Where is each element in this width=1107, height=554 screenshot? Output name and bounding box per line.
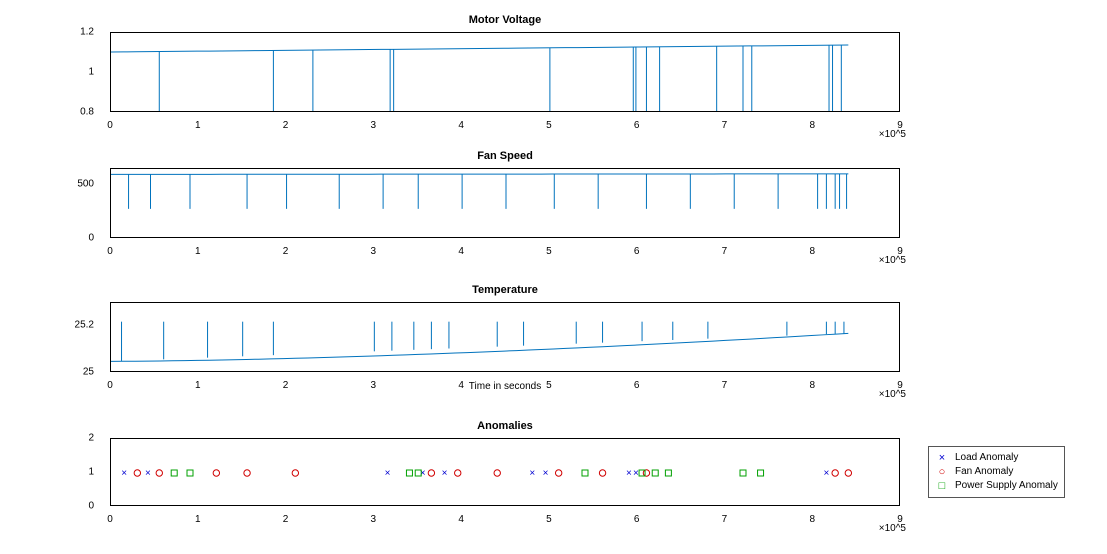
svg-text:×: × xyxy=(823,468,829,479)
line-plot xyxy=(111,33,900,112)
y-tick-label: 1 xyxy=(88,467,94,478)
x-tick-label: 1 xyxy=(195,120,201,131)
svg-text:×: × xyxy=(543,468,549,479)
subplot-anomalies: Anomalies ×××××××××× 012 0123456789 ×10^… xyxy=(110,438,900,506)
y-tick-label: 0 xyxy=(88,501,94,512)
y-tick-label: 0 xyxy=(88,233,94,244)
svg-text:×: × xyxy=(121,468,127,479)
svg-text:×: × xyxy=(529,468,535,479)
x-axis-exponent: ×10^5 xyxy=(879,255,906,266)
legend: × Load Anomaly ○ Fan Anomaly □ Power Sup… xyxy=(928,446,1065,498)
x-tick-label: 7 xyxy=(722,246,728,257)
legend-label: Fan Anomaly xyxy=(955,465,1013,479)
legend-marker-s-icon: □ xyxy=(935,479,949,493)
line-plot xyxy=(111,169,900,238)
plot-area xyxy=(110,32,900,112)
subplot-title: Fan Speed xyxy=(110,150,900,162)
plot-area xyxy=(110,302,900,372)
figure: Motor Voltage 0.811.2 0123456789 ×10^5 F… xyxy=(0,0,1107,554)
x-tick-label: 6 xyxy=(634,514,640,525)
y-tick-label: 1 xyxy=(88,67,94,78)
x-tick-label: 8 xyxy=(809,120,815,131)
x-tick-label: 1 xyxy=(195,514,201,525)
x-tick-label: 2 xyxy=(283,246,289,257)
x-tick-label: 5 xyxy=(546,120,552,131)
x-tick-label: 4 xyxy=(458,514,464,525)
x-tick-label: 8 xyxy=(809,514,815,525)
legend-marker-o-icon: ○ xyxy=(935,465,949,479)
svg-text:×: × xyxy=(626,468,632,479)
legend-label: Power Supply Anomaly xyxy=(955,479,1058,493)
x-axis-exponent: ×10^5 xyxy=(879,129,906,140)
x-tick-label: 3 xyxy=(371,120,377,131)
subplot-title: Temperature xyxy=(110,284,900,296)
x-tick-label: 1 xyxy=(195,246,201,257)
x-tick-label: 6 xyxy=(634,246,640,257)
scatter-plot: ×××××××××× xyxy=(111,439,900,506)
x-axis-label: Time in seconds xyxy=(110,381,900,392)
y-tick-label: 0.8 xyxy=(80,107,94,118)
subplot-motor-voltage: Motor Voltage 0.811.2 0123456789 ×10^5 xyxy=(110,32,900,112)
subplot-title: Anomalies xyxy=(110,420,900,432)
x-tick-label: 5 xyxy=(546,246,552,257)
x-tick-label: 2 xyxy=(283,120,289,131)
y-tick-label: 25.2 xyxy=(75,320,94,331)
subplot-temperature: Temperature 2525.2 0123456789 ×10^5 Time… xyxy=(110,302,900,372)
x-tick-label: 0 xyxy=(107,514,113,525)
legend-item-power: □ Power Supply Anomaly xyxy=(935,479,1058,493)
x-tick-label: 8 xyxy=(809,246,815,257)
y-tick-label: 500 xyxy=(77,179,94,190)
line-plot xyxy=(111,303,900,372)
x-tick-label: 3 xyxy=(371,246,377,257)
x-tick-label: 2 xyxy=(283,514,289,525)
legend-item-fan: ○ Fan Anomaly xyxy=(935,465,1058,479)
subplot-fan-speed: Fan Speed 0500 0123456789 ×10^5 xyxy=(110,168,900,238)
x-tick-label: 4 xyxy=(458,246,464,257)
subplot-title: Motor Voltage xyxy=(110,14,900,26)
svg-text:×: × xyxy=(385,468,391,479)
y-tick-label: 2 xyxy=(88,433,94,444)
y-tick-label: 1.2 xyxy=(80,27,94,38)
svg-text:×: × xyxy=(442,468,448,479)
legend-marker-x-icon: × xyxy=(935,451,949,465)
svg-text:×: × xyxy=(633,468,639,479)
legend-label: Load Anomaly xyxy=(955,451,1018,465)
x-tick-label: 0 xyxy=(107,120,113,131)
x-tick-label: 4 xyxy=(458,120,464,131)
x-axis-exponent: ×10^5 xyxy=(879,523,906,534)
plot-area xyxy=(110,168,900,238)
svg-text:×: × xyxy=(145,468,151,479)
x-tick-label: 3 xyxy=(371,514,377,525)
plot-area: ×××××××××× xyxy=(110,438,900,506)
x-tick-label: 0 xyxy=(107,246,113,257)
x-tick-label: 7 xyxy=(722,120,728,131)
y-tick-label: 25 xyxy=(83,367,94,378)
legend-item-load: × Load Anomaly xyxy=(935,451,1058,465)
x-tick-label: 5 xyxy=(546,514,552,525)
x-tick-label: 7 xyxy=(722,514,728,525)
x-tick-label: 6 xyxy=(634,120,640,131)
